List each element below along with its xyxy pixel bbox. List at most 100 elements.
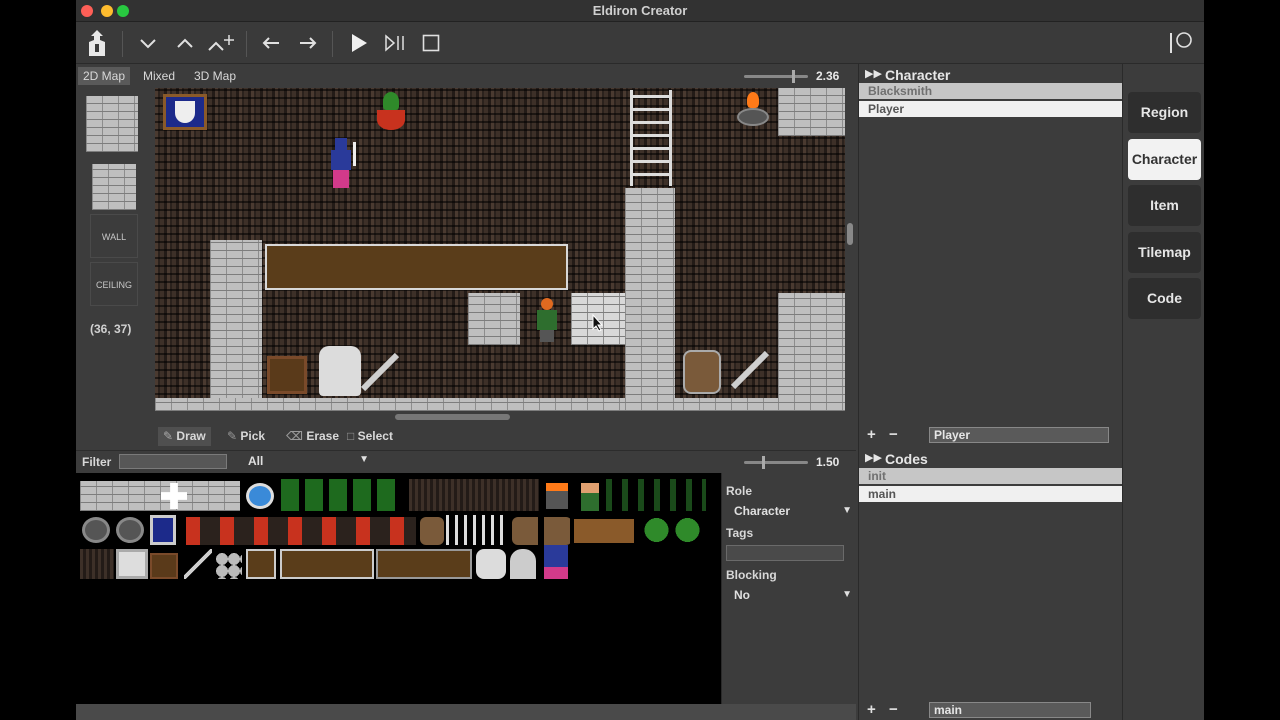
palette-tile[interactable] — [641, 515, 703, 545]
palette-tile[interactable] — [574, 519, 634, 543]
palette-zoom-value: 1.50 — [816, 455, 840, 469]
stop-icon[interactable] — [416, 28, 446, 58]
ceiling-layer-slot[interactable]: CEILING — [90, 262, 138, 306]
codes-section-header[interactable]: ▶▶ Codes — [859, 450, 1123, 470]
tags-input[interactable] — [726, 545, 844, 561]
palette-tile[interactable] — [116, 517, 144, 543]
palette-tile[interactable] — [80, 481, 240, 511]
palette-tile[interactable] — [446, 515, 506, 545]
list-item-init[interactable]: init — [859, 468, 1123, 484]
palette-tile[interactable] — [512, 517, 572, 545]
chevron-down-icon[interactable] — [133, 28, 163, 58]
chevron-up-plus-icon[interactable] — [207, 28, 237, 58]
toolbar-divider — [332, 31, 333, 57]
remove-code-button[interactable]: − — [889, 701, 898, 718]
pick-tool-label: Pick — [240, 429, 266, 443]
app-logo-icon[interactable] — [82, 28, 112, 58]
tab-3d-map[interactable]: 3D Map — [189, 67, 241, 85]
map-canvas[interactable] — [155, 88, 845, 411]
role-value: Character — [734, 504, 791, 518]
undo-icon[interactable] — [256, 28, 286, 58]
palette-tile[interactable] — [116, 549, 148, 579]
wall-layer-slot[interactable]: WALL — [90, 214, 138, 258]
scroll-thumb[interactable] — [395, 414, 510, 420]
blocking-select[interactable]: No ▼ — [734, 588, 854, 606]
map-wall — [210, 240, 262, 411]
palette-tile[interactable] — [510, 549, 536, 579]
slider-knob[interactable] — [792, 70, 795, 83]
floor-tile-preview[interactable] — [86, 96, 138, 152]
tab-2d-map[interactable]: 2D Map — [78, 67, 131, 85]
palette-tile[interactable] — [150, 515, 176, 545]
palette-tile[interactable] — [186, 517, 416, 545]
draw-tool-button[interactable]: ✎ Draw — [158, 427, 211, 446]
ladder-icon — [630, 90, 672, 186]
title-bar: Eldiron Creator — [76, 0, 1204, 22]
window-title: Eldiron Creator — [592, 3, 688, 18]
palette-tile[interactable] — [281, 479, 401, 511]
status-bar — [76, 704, 856, 720]
sidebar-item-region[interactable]: Region — [1128, 92, 1201, 133]
sidebar-item-tilemap[interactable]: Tilemap — [1128, 232, 1201, 273]
filter-input[interactable] — [119, 454, 227, 469]
palette-tile[interactable] — [80, 549, 114, 579]
palette-tile[interactable] — [82, 517, 110, 543]
map-horizontal-scrollbar[interactable] — [155, 411, 845, 423]
sidebar-item-item[interactable]: Item — [1128, 185, 1201, 226]
add-character-button[interactable]: + — [867, 426, 876, 443]
list-item-blacksmith[interactable]: Blacksmith — [859, 83, 1123, 99]
map-zoom-slider[interactable] — [744, 70, 808, 83]
tab-mixed[interactable]: Mixed — [138, 67, 180, 85]
sidebar-toggle-icon[interactable] — [1166, 28, 1196, 58]
category-value: All — [248, 454, 264, 468]
palette-tile[interactable] — [581, 483, 599, 511]
slider-knob[interactable] — [762, 456, 765, 469]
picker-icon: ✎ — [227, 429, 238, 443]
view-mode-bar: 2D Map Mixed 3D Map 2.36 — [76, 64, 856, 87]
pencil-icon: ✎ — [163, 429, 174, 443]
map-vertical-scrollbar[interactable] — [845, 88, 855, 411]
codes-section-title: Codes — [885, 451, 928, 467]
palette-tile[interactable] — [544, 545, 568, 579]
blacksmith-sprite[interactable] — [532, 298, 562, 342]
list-item-main[interactable]: main — [859, 486, 1123, 502]
palette-tile[interactable] — [150, 553, 178, 579]
add-code-button[interactable]: + — [867, 701, 876, 718]
pick-tool-button[interactable]: ✎ Pick — [222, 427, 270, 446]
map-wall — [468, 293, 520, 345]
scroll-thumb[interactable] — [847, 223, 853, 245]
play-icon[interactable] — [344, 28, 374, 58]
erase-tool-button[interactable]: ⌫ Erase — [281, 427, 344, 446]
tile-palette[interactable] — [76, 473, 721, 704]
step-icon[interactable] — [380, 28, 410, 58]
sidebar-item-code[interactable]: Code — [1128, 278, 1201, 319]
palette-tile[interactable] — [409, 479, 539, 511]
npc-warrior-sprite[interactable] — [325, 138, 359, 190]
wall-tile-preview[interactable] — [92, 164, 136, 210]
remove-character-button[interactable]: − — [889, 426, 898, 443]
redo-icon[interactable] — [293, 28, 323, 58]
palette-tile[interactable] — [246, 549, 276, 579]
sword-icon — [730, 350, 770, 390]
role-select[interactable]: Character ▼ — [734, 504, 854, 522]
eraser-icon: ⌫ — [286, 429, 303, 443]
list-item-player[interactable]: Player — [859, 101, 1123, 117]
palette-tile[interactable] — [420, 517, 444, 545]
palette-zoom-slider[interactable] — [744, 456, 808, 469]
code-name-field[interactable]: main — [929, 702, 1091, 718]
chevron-up-icon[interactable] — [170, 28, 200, 58]
map-zoom-value: 2.36 — [816, 69, 840, 83]
palette-tile[interactable] — [246, 483, 274, 509]
palette-tile[interactable] — [184, 549, 212, 579]
select-tool-button[interactable]: □ Select — [342, 427, 398, 446]
toolbar-divider — [246, 31, 247, 57]
palette-tile[interactable] — [280, 549, 374, 579]
palette-tile[interactable] — [546, 483, 568, 509]
category-select[interactable]: All ▼ — [248, 454, 373, 472]
palette-tile[interactable] — [376, 549, 472, 579]
palette-tile[interactable] — [476, 549, 506, 579]
character-name-field[interactable]: Player — [929, 427, 1109, 443]
palette-tile[interactable] — [216, 553, 242, 579]
sidebar-item-character[interactable]: Character — [1128, 139, 1201, 180]
palette-tile[interactable] — [606, 479, 706, 511]
